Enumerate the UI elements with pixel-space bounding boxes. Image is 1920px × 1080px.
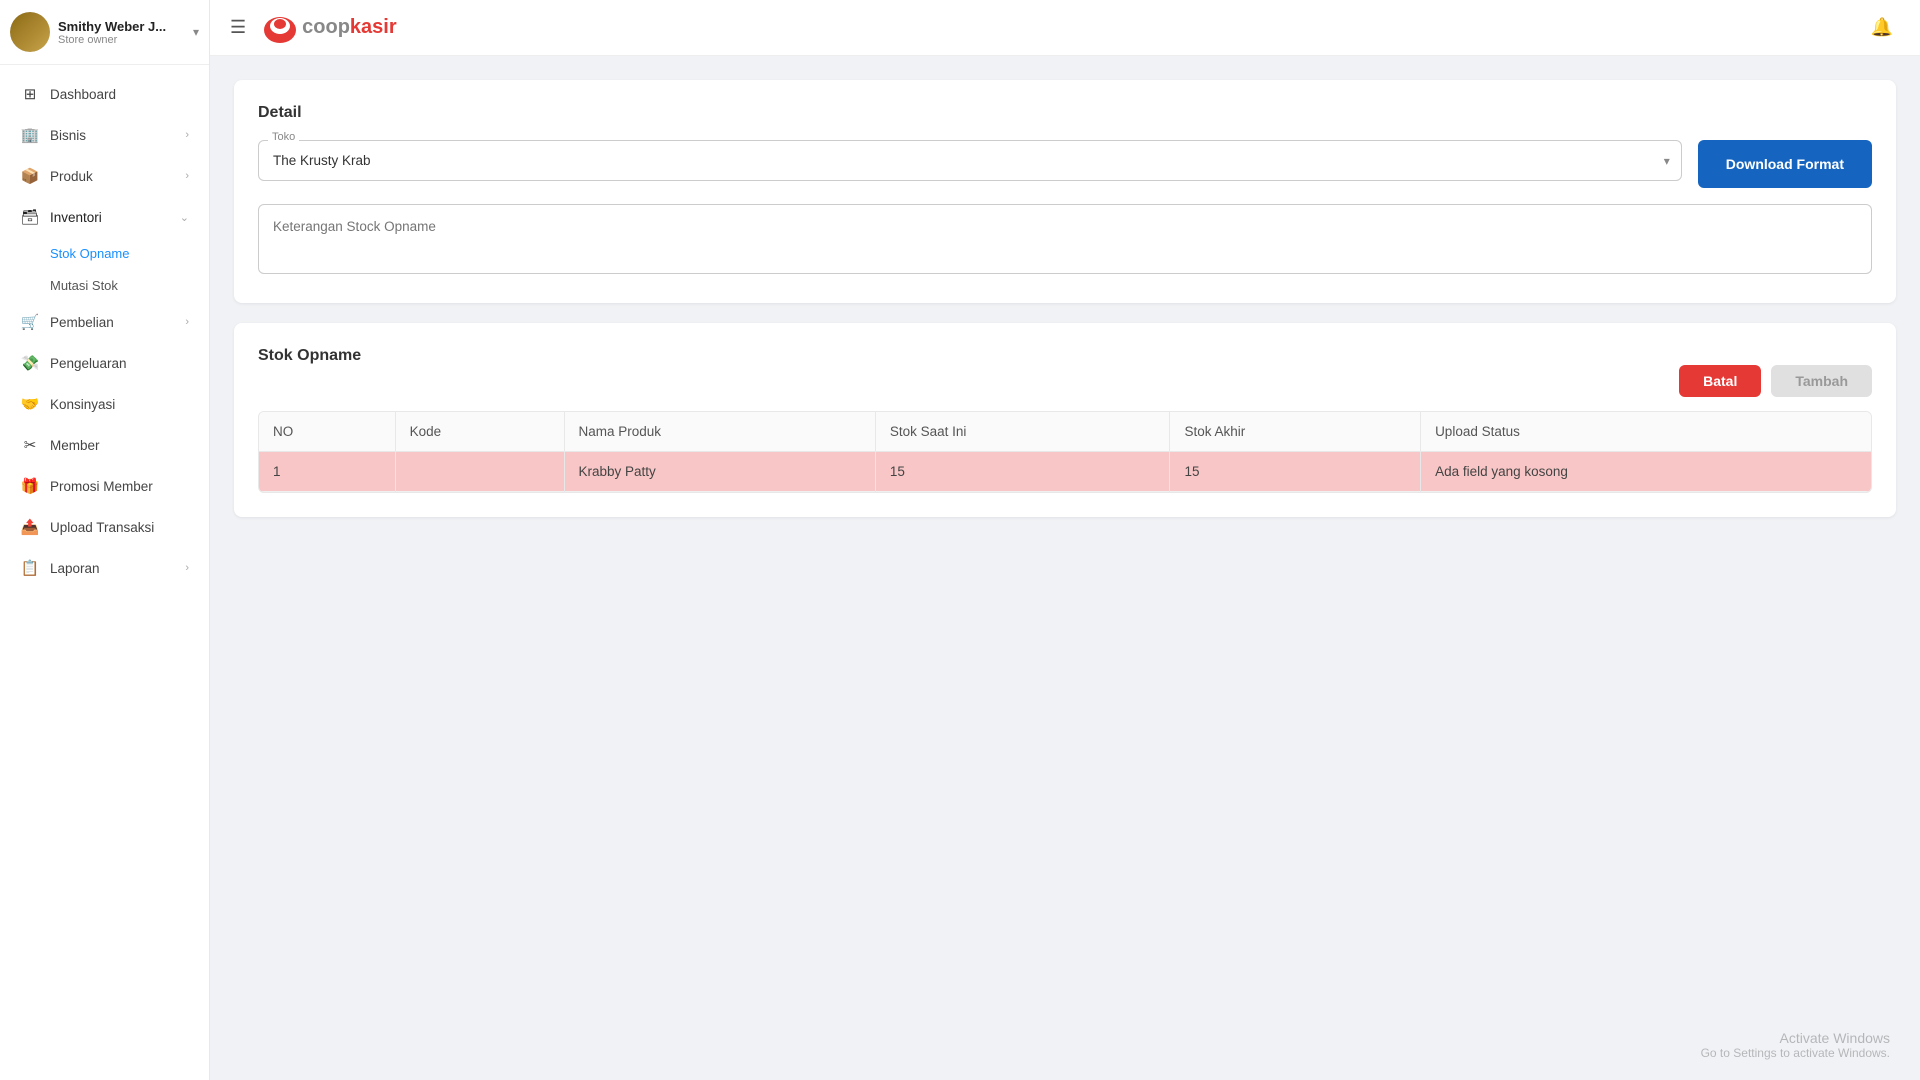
logo: coopkasir bbox=[262, 10, 397, 46]
download-format-button[interactable]: Download Format bbox=[1698, 140, 1872, 188]
stok-opname-card: Stok Opname Batal Tambah NO Kode Nama Pr… bbox=[234, 323, 1896, 517]
sidebar-item-mutasi-stok[interactable]: Mutasi Stok bbox=[4, 270, 205, 301]
keterangan-textarea[interactable] bbox=[258, 204, 1872, 274]
sidebar-item-label: Member bbox=[50, 438, 189, 453]
sidebar-item-label: Upload Transaksi bbox=[50, 520, 189, 535]
sidebar-item-label: Produk bbox=[50, 169, 185, 184]
table-row: 1 Krabby Patty 15 15 Ada field yang koso… bbox=[259, 452, 1871, 492]
watermark-line1: Activate Windows bbox=[1701, 1030, 1890, 1046]
konsinyasi-icon: 🤝 bbox=[20, 394, 40, 414]
sidebar-item-label: Pengeluaran bbox=[50, 356, 189, 371]
stok-opname-table-container: NO Kode Nama Produk Stok Saat Ini Stok A… bbox=[258, 411, 1872, 493]
logo-coop-text: coop bbox=[302, 16, 350, 39]
main-area: ☰ coopkasir 🔔 Detail Toko T bbox=[210, 0, 1920, 1080]
sidebar-nav: ⊞ Dashboard 🏢 Bisnis › 📦 Produk › 🗃 Inve… bbox=[0, 65, 209, 1080]
profile-name: Smithy Weber J... bbox=[58, 19, 178, 34]
windows-watermark: Activate Windows Go to Settings to activ… bbox=[1701, 1030, 1890, 1060]
inventori-icon: 🗃 bbox=[20, 207, 40, 227]
cell-upload-status: Ada field yang kosong bbox=[1421, 452, 1871, 492]
sidebar-sub-label: Mutasi Stok bbox=[50, 278, 118, 293]
topbar: ☰ coopkasir 🔔 bbox=[210, 0, 1920, 56]
cell-stok-saat-ini: 15 bbox=[875, 452, 1170, 492]
toko-label: Toko bbox=[268, 131, 299, 143]
sidebar-item-label: Promosi Member bbox=[50, 479, 189, 494]
sidebar-item-produk[interactable]: 📦 Produk › bbox=[4, 156, 205, 196]
chevron-right-icon: › bbox=[185, 316, 189, 328]
pembelian-icon: 🛒 bbox=[20, 312, 40, 332]
sidebar-item-upload-transaksi[interactable]: 📤 Upload Transaksi bbox=[4, 507, 205, 547]
chevron-down-icon: ⌄ bbox=[180, 211, 189, 224]
table-body: 1 Krabby Patty 15 15 Ada field yang koso… bbox=[259, 452, 1871, 492]
profile-info: Smithy Weber J... Store owner bbox=[58, 19, 193, 46]
sidebar-item-inventori[interactable]: 🗃 Inventori ⌄ bbox=[4, 197, 205, 237]
sidebar-item-label: Inventori bbox=[50, 210, 180, 225]
sidebar-item-laporan[interactable]: 📋 Laporan › bbox=[4, 548, 205, 588]
sidebar-item-label: Laporan bbox=[50, 561, 185, 576]
sidebar-item-label: Konsinyasi bbox=[50, 397, 189, 412]
toko-field-group: Toko The Krusty Krab ▾ bbox=[258, 140, 1682, 181]
sidebar-profile[interactable]: Smithy Weber J... Store owner ▾ bbox=[0, 0, 209, 65]
chevron-right-icon: › bbox=[185, 170, 189, 182]
watermark-line2: Go to Settings to activate Windows. bbox=[1701, 1046, 1890, 1060]
cell-nama-produk: Krabby Patty bbox=[564, 452, 875, 492]
profile-role: Store owner bbox=[58, 34, 193, 46]
dashboard-icon: ⊞ bbox=[20, 84, 40, 104]
avatar bbox=[10, 12, 50, 52]
tambah-button[interactable]: Tambah bbox=[1771, 365, 1872, 397]
bisnis-icon: 🏢 bbox=[20, 125, 40, 145]
cell-kode bbox=[395, 452, 564, 492]
sidebar-item-promosi-member[interactable]: 🎁 Promosi Member bbox=[4, 466, 205, 506]
member-icon: ✂ bbox=[20, 435, 40, 455]
col-nama-produk: Nama Produk bbox=[564, 412, 875, 452]
toko-select-wrapper: The Krusty Krab ▾ bbox=[258, 140, 1682, 181]
sidebar-item-bisnis[interactable]: 🏢 Bisnis › bbox=[4, 115, 205, 155]
sidebar: Smithy Weber J... Store owner ▾ ⊞ Dashbo… bbox=[0, 0, 210, 1080]
keterangan-group bbox=[258, 204, 1872, 279]
stok-opname-title: Stok Opname bbox=[258, 347, 1872, 365]
sidebar-item-dashboard[interactable]: ⊞ Dashboard bbox=[4, 74, 205, 114]
logo-icon bbox=[262, 10, 298, 46]
menu-icon[interactable]: ☰ bbox=[230, 17, 246, 38]
sidebar-item-pembelian[interactable]: 🛒 Pembelian › bbox=[4, 302, 205, 342]
chevron-right-icon: › bbox=[185, 129, 189, 141]
col-no: NO bbox=[259, 412, 395, 452]
batal-button[interactable]: Batal bbox=[1679, 365, 1761, 397]
detail-toko-row: Toko The Krusty Krab ▾ Download Format bbox=[258, 140, 1872, 188]
sidebar-item-label: Dashboard bbox=[50, 87, 189, 102]
col-stok-akhir: Stok Akhir bbox=[1170, 412, 1421, 452]
col-kode: Kode bbox=[395, 412, 564, 452]
table-header: NO Kode Nama Produk Stok Saat Ini Stok A… bbox=[259, 412, 1871, 452]
pengeluaran-icon: 💸 bbox=[20, 353, 40, 373]
col-upload-status: Upload Status bbox=[1421, 412, 1871, 452]
upload-transaksi-icon: 📤 bbox=[20, 517, 40, 537]
sidebar-item-member[interactable]: ✂ Member bbox=[4, 425, 205, 465]
toko-select[interactable]: The Krusty Krab bbox=[258, 140, 1682, 181]
sidebar-item-konsinyasi[interactable]: 🤝 Konsinyasi bbox=[4, 384, 205, 424]
sidebar-item-label: Pembelian bbox=[50, 315, 185, 330]
logo-kasir-text: kasir bbox=[350, 16, 397, 39]
sidebar-item-pengeluaran[interactable]: 💸 Pengeluaran bbox=[4, 343, 205, 383]
chevron-right-icon: › bbox=[185, 562, 189, 574]
sidebar-item-label: Bisnis bbox=[50, 128, 185, 143]
stok-opname-table: NO Kode Nama Produk Stok Saat Ini Stok A… bbox=[259, 412, 1871, 492]
action-buttons-row: Batal Tambah bbox=[258, 365, 1872, 397]
detail-title: Detail bbox=[258, 104, 1872, 122]
cell-no: 1 bbox=[259, 452, 395, 492]
sidebar-item-stok-opname[interactable]: Stok Opname bbox=[4, 238, 205, 269]
notification-bell-icon[interactable]: 🔔 bbox=[1864, 10, 1900, 46]
detail-card: Detail Toko The Krusty Krab ▾ Download F… bbox=[234, 80, 1896, 303]
sidebar-sub-label: Stok Opname bbox=[50, 246, 130, 261]
cell-stok-akhir: 15 bbox=[1170, 452, 1421, 492]
laporan-icon: 📋 bbox=[20, 558, 40, 578]
chevron-down-icon: ▾ bbox=[193, 25, 199, 39]
promosi-member-icon: 🎁 bbox=[20, 476, 40, 496]
produk-icon: 📦 bbox=[20, 166, 40, 186]
content-area: Detail Toko The Krusty Krab ▾ Download F… bbox=[210, 56, 1920, 1080]
col-stok-saat-ini: Stok Saat Ini bbox=[875, 412, 1170, 452]
